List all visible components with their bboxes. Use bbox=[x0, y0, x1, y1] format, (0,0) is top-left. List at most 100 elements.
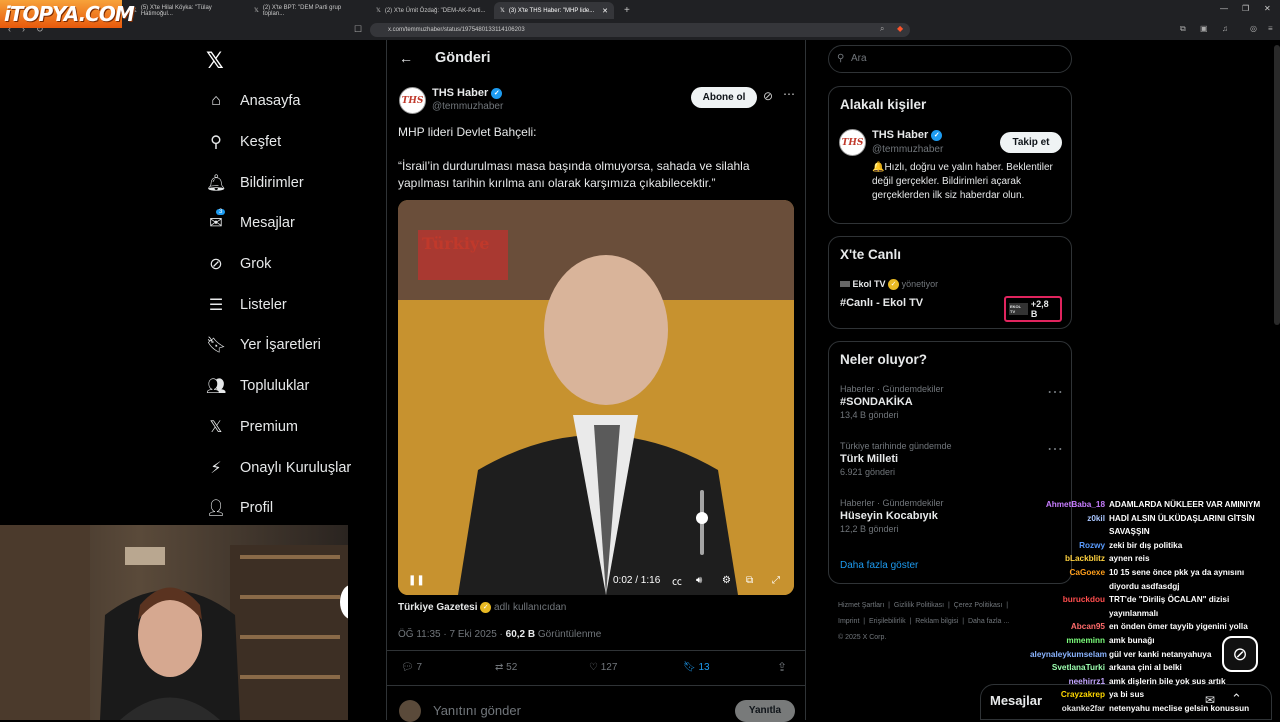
nav-home[interactable]: ⌂ Anasayfa bbox=[206, 86, 300, 116]
card-title: Alakalı kişiler bbox=[840, 97, 927, 112]
share-icon[interactable]: ⇪ bbox=[777, 660, 787, 674]
browser-tab[interactable]: 𝕏 (5) X'te Hilal Köyka: "Tülay Hatimoğul.… bbox=[126, 2, 246, 19]
chat-text: ADAMLARDA NÜKLEER VAR AMINIYM bbox=[1109, 500, 1261, 509]
reply-input[interactable]: Yanıtını gönder bbox=[433, 703, 521, 718]
user-avatar[interactable] bbox=[399, 700, 421, 722]
nav-messages[interactable]: ✉ 3 Mesajlar bbox=[206, 208, 295, 238]
nav-communities[interactable]: 👥︎ Topluluklar bbox=[206, 371, 309, 401]
footer-link[interactable]: Hizmet Şartları bbox=[838, 602, 884, 609]
zoom-icon[interactable]: ⌕ bbox=[880, 24, 884, 34]
close-window-icon[interactable]: ✕ bbox=[1264, 4, 1271, 13]
brave-shield-icon[interactable]: ◆ bbox=[897, 24, 903, 33]
follow-button[interactable]: Takip et bbox=[1000, 132, 1062, 153]
bookmark-page-icon[interactable]: ☐ bbox=[354, 24, 362, 35]
chat-username: SvetlanaTurki bbox=[1051, 663, 1105, 673]
minimize-icon[interactable]: — bbox=[1220, 4, 1228, 13]
close-icon[interactable]: ✕ bbox=[602, 7, 608, 15]
post-text-line1: MHP lideri Devlet Bahçeli: bbox=[398, 125, 537, 139]
nav-premium[interactable]: 𝕏 Premium bbox=[206, 412, 298, 442]
avatar[interactable]: THS bbox=[399, 87, 426, 114]
media-icon[interactable]: ♫ bbox=[1222, 24, 1228, 33]
live-listener-count[interactable]: EKOL TV +2,8 B bbox=[1004, 296, 1062, 322]
chat-username: neehirrz1 bbox=[1068, 676, 1105, 686]
video-controls: ❚❚ 0:02 / 1:16 ㏄ 🔊︎ ⚙ ⧉ ⤢ bbox=[398, 565, 794, 595]
volume-icon[interactable]: 🔊︎ bbox=[696, 575, 702, 586]
browser-tab-active[interactable]: 𝕏 (3) X'te THS Haber: "MHP lide... ✕ bbox=[494, 2, 614, 19]
author-handle[interactable]: @temmuzhaber bbox=[432, 101, 503, 112]
card-title: Neler oluyor? bbox=[840, 352, 928, 367]
nav-notifications[interactable]: 🔔︎ Bildirimler bbox=[206, 168, 304, 198]
footer-link[interactable]: Erişilebilirlik bbox=[869, 618, 906, 625]
chat-text: yayınlanmalı bbox=[1109, 608, 1159, 618]
more-icon[interactable]: ⋯ bbox=[1047, 382, 1063, 402]
footer-link[interactable]: Gizlilik Politikası bbox=[894, 602, 944, 609]
chat-message: Rozwy zeki bir dış politika bbox=[1030, 541, 1280, 550]
related-handle[interactable]: @temmuzhaber bbox=[872, 144, 943, 155]
trend-item[interactable]: Haberler · Gündemdekiler Hüseyin Kocabıyı… bbox=[840, 498, 944, 534]
verified-icon: ✓ bbox=[931, 129, 943, 141]
card-title: X'te Canlı bbox=[840, 247, 901, 262]
post-header: ← Gönderi bbox=[399, 50, 491, 66]
restore-icon[interactable]: ❐ bbox=[1242, 4, 1249, 13]
x-logo[interactable]: 𝕏 bbox=[206, 49, 224, 74]
x-icon: 𝕏 bbox=[500, 8, 505, 14]
video-source[interactable]: Türkiye Gazetesi ✓ adlı kullanıcıdan bbox=[398, 602, 566, 613]
bookmark-stat[interactable]: 🔖︎ 13 bbox=[683, 662, 710, 673]
reply-button[interactable]: Yanıtla bbox=[735, 700, 795, 722]
chat-text: zeki bir dış politika bbox=[1109, 540, 1183, 550]
more-icon[interactable]: ⋯ bbox=[1047, 439, 1063, 459]
video-player[interactable]: Türkiye ❚❚ 0:02 / 1:16 ㏄ 🔊︎ ⚙ ⧉ ⤢ bbox=[398, 200, 794, 595]
stream-chat: AhmetBaba_18 ADAMLARDA NÜKLEER VAR AMINIY… bbox=[1030, 500, 1280, 720]
unread-badge: 3 bbox=[216, 209, 226, 215]
chat-username: Crayzakrep bbox=[1060, 690, 1105, 700]
pip-icon[interactable]: ⧉ bbox=[746, 575, 753, 586]
captions-icon[interactable]: ㏄ bbox=[672, 573, 682, 588]
chat-username: AhmetBaba_18 bbox=[1045, 500, 1105, 509]
grok-icon[interactable]: ⊘ bbox=[763, 89, 773, 103]
avatar[interactable]: THS bbox=[839, 129, 866, 156]
divider bbox=[387, 650, 805, 651]
footer-link[interactable]: Çerez Politikası bbox=[954, 602, 1003, 609]
volume-handle[interactable] bbox=[696, 512, 708, 524]
trend-item[interactable]: Haberler · Gündemdekiler #SONDAKİKA 13,4 B… bbox=[840, 384, 944, 420]
back-arrow-icon[interactable]: ← bbox=[399, 50, 413, 66]
scrollbar[interactable] bbox=[1274, 45, 1280, 325]
fullscreen-icon[interactable]: ⤢ bbox=[772, 575, 780, 586]
nav-grok[interactable]: ⊘ Grok bbox=[206, 249, 271, 279]
nav-bookmarks[interactable]: 🔖︎ Yer İşaretleri bbox=[206, 330, 321, 360]
subscribe-button[interactable]: Abone ol bbox=[691, 87, 757, 108]
footer-link[interactable]: Reklam bilgisi bbox=[915, 618, 958, 625]
nav-lists[interactable]: ☰ Listeler bbox=[206, 290, 287, 320]
bookmark-filled-icon: 🔖︎ bbox=[683, 662, 696, 673]
browser-tab[interactable]: 𝕏 (2) X'te Ümit Özdağ: "DEM-AK-Parti... bbox=[370, 2, 492, 19]
like-stat[interactable]: ♡ 127 bbox=[589, 662, 617, 673]
nav-profile[interactable]: 👤︎ Profil bbox=[206, 493, 273, 523]
settings-icon[interactable]: ⚙ bbox=[722, 575, 731, 586]
menu-icon[interactable]: ≡ bbox=[1268, 24, 1273, 33]
related-name[interactable]: THS Haber ✓ bbox=[872, 129, 943, 141]
footer-link[interactable]: Imprint bbox=[838, 618, 859, 625]
browser-tab[interactable]: 𝕏 (2) X'te BPT: "DEM Parti grup toplan... bbox=[248, 2, 368, 19]
pause-icon[interactable]: ❚❚ bbox=[408, 575, 425, 586]
chat-message: Abcan95 en önden ömer tayyib yigenini yol… bbox=[1030, 622, 1280, 631]
chat-text: 10 15 sene önce pkk ya da aynısını bbox=[1109, 568, 1245, 577]
nav-explore[interactable]: ⚲ Keşfet bbox=[206, 127, 281, 157]
live-title[interactable]: #Canlı - Ekol TV bbox=[840, 297, 923, 309]
more-icon[interactable]: ⋯ bbox=[783, 87, 795, 101]
nav-verified-orgs[interactable]: ⚡︎ Onaylı Kuruluşlar bbox=[206, 453, 351, 483]
search-input[interactable]: ⚲ Ara bbox=[828, 45, 1072, 73]
divider bbox=[387, 685, 805, 686]
new-tab-button[interactable]: + bbox=[618, 2, 632, 19]
live-host[interactable]: Ekol TV ✓ yönetiyor bbox=[840, 279, 938, 291]
chat-text: arkana çini al belki bbox=[1109, 663, 1182, 673]
author-name[interactable]: THS Haber ✓ bbox=[432, 87, 503, 99]
trend-item[interactable]: Türkiye tarihinde gündemde Türk Milleti 6.… bbox=[840, 441, 952, 477]
extension-icon[interactable]: ▣ bbox=[1200, 24, 1208, 33]
url-bar[interactable]: x.com/temmuzhaber/status/197548013311410… bbox=[370, 23, 910, 37]
repost-stat[interactable]: ⇄ 52 bbox=[495, 662, 517, 673]
show-more-link[interactable]: Daha fazla göster bbox=[840, 560, 918, 571]
reply-stat[interactable]: 💬︎ 7 bbox=[401, 662, 422, 673]
footer-link[interactable]: Daha fazla ... bbox=[968, 618, 1009, 625]
wallet-icon[interactable]: ◎ bbox=[1250, 24, 1257, 33]
extension-icon[interactable]: ⧉ bbox=[1180, 24, 1186, 34]
